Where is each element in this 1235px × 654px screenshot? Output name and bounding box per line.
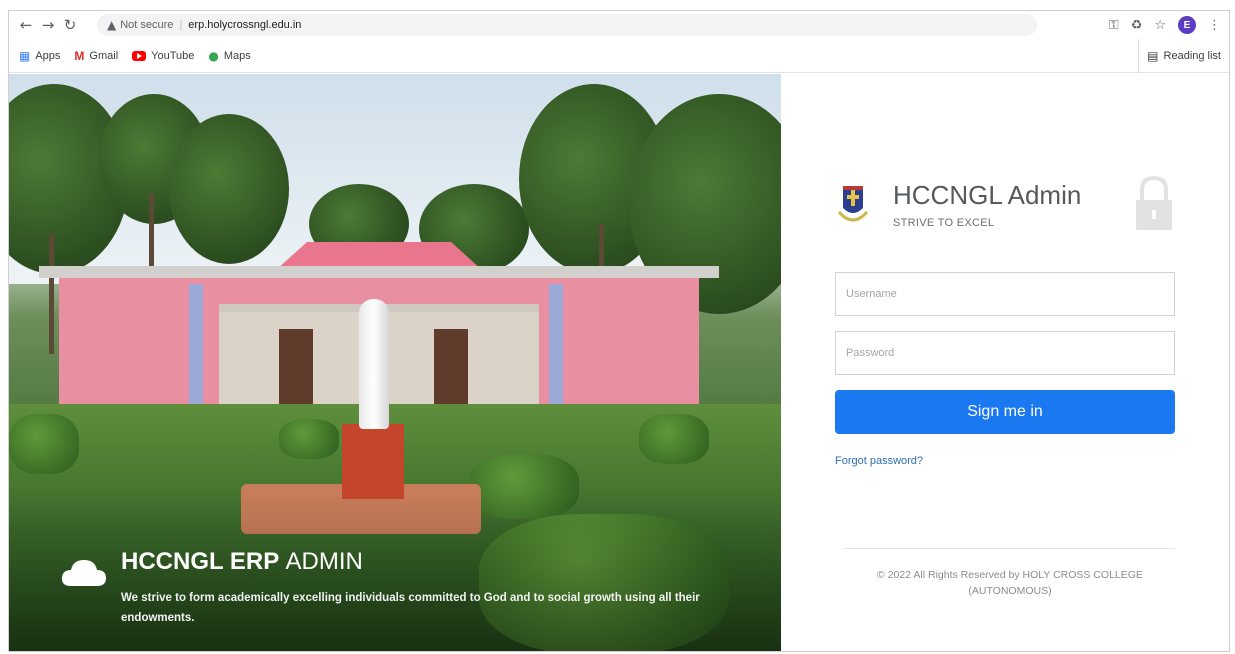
address-bar: ← → ↻ ▲ Not secure | erp.holycrossngl.ed… [9, 11, 1229, 39]
statue [359, 299, 389, 429]
pillar [549, 284, 563, 404]
footer-divider [845, 548, 1175, 549]
forward-arrow-icon[interactable]: → [37, 14, 59, 36]
reload-icon[interactable]: ↻ [59, 14, 81, 36]
bookmark-label: Apps [35, 49, 61, 62]
tagline: STRIVE TO EXCEL [893, 217, 995, 229]
hedge [279, 419, 339, 459]
hero-image: HCCNGL ERP ADMIN We strive to form acade… [9, 74, 781, 651]
door [279, 329, 313, 404]
reading-list[interactable]: ▤ Reading list [1138, 39, 1221, 73]
hedge [639, 414, 709, 464]
hero-title-bold: HCCNGL ERP [121, 548, 279, 575]
menu-dots-icon[interactable]: ⋮ [1208, 18, 1221, 33]
lock-icon [1136, 175, 1172, 230]
back-arrow-icon[interactable]: ← [15, 14, 37, 36]
bookmark-label: Gmail [89, 49, 119, 62]
copyright-footer: © 2022 All Rights Reserved by HOLY CROSS… [877, 569, 1143, 597]
hero-title-light: ADMIN [285, 548, 363, 575]
warning-icon: ▲ [107, 18, 117, 32]
bookmark-gmail[interactable]: M Gmail [74, 49, 118, 63]
cloud-icon [61, 560, 106, 586]
security-label[interactable]: Not secure [120, 19, 173, 31]
hero-description: We strive to form academically excelling… [121, 592, 700, 624]
login-panel: HCCNGL Admin STRIVE TO EXCEL Sign me in … [781, 74, 1229, 651]
omnibox[interactable]: ▲ Not secure | erp.holycrossngl.edu.in [97, 14, 1037, 36]
tree [169, 114, 289, 264]
toolbar-icons: ⚿ ♻ ☆ E ⋮ [1109, 14, 1221, 36]
avatar[interactable]: E [1178, 16, 1196, 34]
statue-pedestal [342, 424, 404, 499]
omnibox-separator: | [179, 19, 183, 31]
password-input[interactable] [835, 331, 1175, 375]
admin-title: HCCNGL Admin [893, 180, 1082, 210]
apps-grid-icon: ▦ [19, 48, 31, 63]
bookmark-label: YouTube [151, 49, 195, 62]
bookmark-label: Maps [223, 49, 251, 62]
hedge [9, 414, 79, 474]
hero-title: HCCNGL ERP ADMIN [121, 548, 363, 576]
forgot-password-link[interactable]: Forgot password? [835, 455, 923, 467]
username-input[interactable] [835, 272, 1175, 316]
gmail-icon: M [74, 48, 85, 63]
extension-icon[interactable]: ♻ [1131, 18, 1143, 33]
reading-list-icon: ▤ [1147, 49, 1159, 63]
roof [39, 266, 719, 278]
youtube-icon [132, 50, 147, 61]
page-content: HCCNGL ERP ADMIN We strive to form acade… [9, 74, 1229, 651]
bookmarks-bar: ▦ Apps M Gmail YouTube ● Maps ▤ Reading … [9, 39, 1229, 73]
maps-pin-icon: ● [208, 48, 219, 63]
door [434, 329, 468, 404]
sign-in-button[interactable]: Sign me in [835, 390, 1175, 434]
pillar [189, 284, 203, 404]
reading-list-label: Reading list [1163, 50, 1221, 62]
college-crest-icon [837, 186, 869, 222]
star-icon[interactable]: ☆ [1154, 18, 1166, 33]
bookmark-youtube[interactable]: YouTube [132, 50, 194, 62]
bookmark-maps[interactable]: ● Maps [208, 49, 250, 63]
bookmark-apps[interactable]: ▦ Apps [19, 49, 60, 63]
key-icon[interactable]: ⚿ [1109, 18, 1119, 33]
browser-window: ← → ↻ ▲ Not secure | erp.holycrossngl.ed… [8, 10, 1230, 652]
trunk [49, 234, 54, 354]
url-text[interactable]: erp.holycrossngl.edu.in [188, 19, 301, 31]
